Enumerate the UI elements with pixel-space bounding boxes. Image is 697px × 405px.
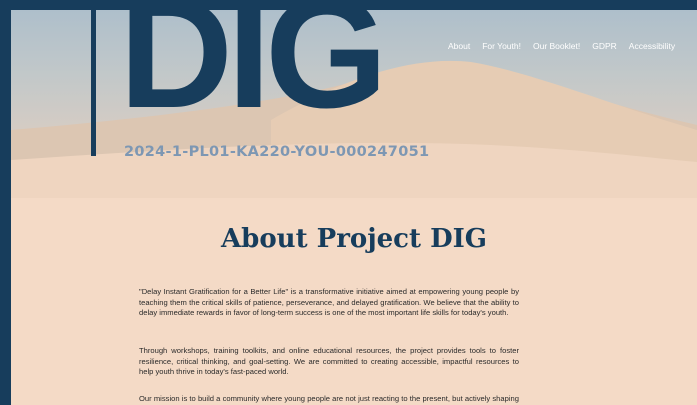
site-logo[interactable]: DIG	[119, 10, 388, 132]
paragraph-resources: Through workshops, training toolkits, an…	[139, 346, 519, 376]
about-section: About Project DIG "Delay Instant Gratifi…	[11, 198, 697, 405]
logo-bar	[91, 10, 96, 156]
project-code: 2024-1-PL01-KA220-YOU-000247051	[124, 144, 430, 160]
paragraph-intro: "Delay Instant Gratification for a Bette…	[139, 287, 519, 317]
nav-item-about[interactable]: About	[448, 41, 470, 51]
nav-item-gdpr[interactable]: GDPR	[592, 41, 617, 51]
hero-banner: DIG 2024-1-PL01-KA220-YOU-000247051 Abou…	[11, 10, 697, 198]
nav-item-our-booklet[interactable]: Our Booklet!	[533, 41, 580, 51]
browser-viewport: DIG 2024-1-PL01-KA220-YOU-000247051 Abou…	[11, 10, 697, 405]
nav-item-for-youth[interactable]: For Youth!	[482, 41, 521, 51]
nav-item-accessibility[interactable]: Accessibility	[629, 41, 675, 51]
page-title: About Project DIG	[220, 224, 487, 254]
top-nav: About For Youth! Our Booklet! GDPR Acces…	[448, 41, 687, 51]
paragraph-mission: Our mission is to build a community wher…	[139, 394, 519, 405]
